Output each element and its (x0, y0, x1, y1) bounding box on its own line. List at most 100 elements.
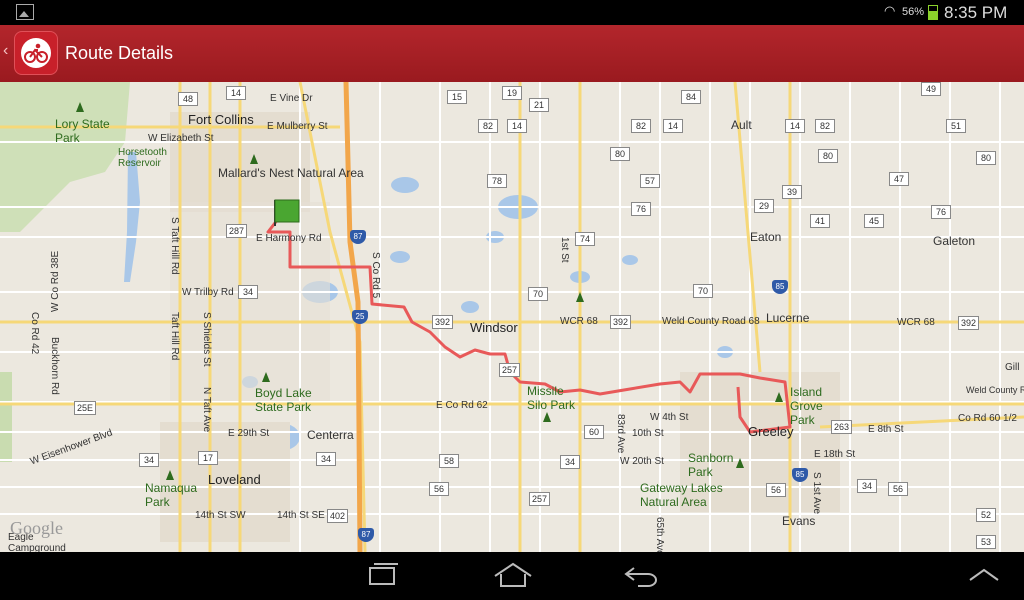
label-evans: Evans (782, 514, 816, 528)
battery-percent: 56% (902, 6, 925, 18)
shield-34: 34 (238, 285, 258, 299)
road-taft-hill: Taft Hill Rd (169, 312, 180, 361)
action-bar: ‹ Route Details (0, 25, 1024, 82)
road-65th: 65th Ave (654, 517, 665, 552)
shield-49: 49 (921, 82, 941, 96)
road-trilby: W Trilby Rd (182, 287, 234, 298)
shield-392: 392 (432, 315, 454, 329)
shield-392b: 392 (610, 315, 632, 329)
home-icon[interactable] (489, 560, 537, 592)
shield-76: 76 (631, 202, 651, 216)
road-gill: Gill (1005, 362, 1020, 373)
page-title: Route Details (65, 43, 174, 63)
label-greeley: Greeley (748, 424, 794, 439)
recent-apps-icon[interactable] (358, 560, 406, 592)
shield-25e: 25E (74, 401, 97, 415)
shield-51: 51 (946, 119, 966, 133)
label-windsor: Windsor (470, 320, 518, 335)
label-fort-collins: Fort Collins (188, 112, 254, 127)
route-start-flag-icon (274, 199, 300, 226)
shield-392c: 392 (958, 316, 980, 330)
label-centerra: Centerra (307, 428, 354, 442)
label-sanborn: Sanborn Park (688, 451, 734, 479)
road-s-1st-ave: S 1st Ave (811, 472, 822, 515)
label-eaton: Eaton (750, 230, 782, 244)
road-e18th: E 18th St (814, 449, 856, 460)
label-boyd-lake: Boyd Lake State Park (255, 386, 312, 414)
shield-84: 84 (681, 90, 701, 104)
shield-48: 48 (178, 92, 198, 106)
road-n-taft: N Taft Ave (201, 387, 212, 433)
shield-82c: 82 (815, 119, 835, 133)
road-e8th: E 8th St (868, 424, 904, 435)
shield-45: 45 (864, 214, 884, 228)
shield-21: 21 (529, 98, 549, 112)
battery-icon (928, 5, 938, 20)
shield-41: 41 (810, 214, 830, 228)
shield-80: 80 (610, 147, 630, 161)
shield-82b: 82 (631, 119, 651, 133)
shield-78: 78 (487, 174, 507, 188)
label-horsetooth: Horsetooth Reservoir (118, 147, 167, 169)
back-icon[interactable] (616, 560, 664, 592)
shield-57: 57 (640, 174, 660, 188)
road-cord60: Co Rd 60 1/2 (958, 413, 1017, 424)
shield-34c: 34 (316, 452, 336, 466)
status-bar: ◠ 56% 8:35 PM (0, 0, 1024, 25)
shield-56: 56 (429, 482, 449, 496)
label-lory-state-park: Lory State Park (55, 117, 110, 145)
shield-80c: 80 (976, 151, 996, 165)
label-ault: Ault (731, 118, 752, 132)
road-weld-county: Weld County Rd (966, 385, 1024, 395)
road-wcr68-east: WCR 68 (897, 317, 935, 328)
label-missile-silo: Missile Silo Park (527, 384, 576, 412)
app-icon-cyclist[interactable] (14, 31, 58, 75)
shield-17: 17 (198, 451, 218, 465)
road-s-co-rd5: S Co Rd 5 (370, 252, 381, 299)
road-vine: E Vine Dr (270, 93, 313, 104)
road-harmony: E Harmony Rd (256, 233, 322, 244)
road-14th-sw: 14th St SW (195, 510, 246, 521)
shield-74: 74 (575, 232, 595, 246)
road-buckhorn: Buckhorn Rd (49, 337, 60, 395)
cyclist-icon (21, 38, 51, 68)
road-s-shields: S Shields St (201, 312, 212, 367)
road-mulberry: E Mulberry St (267, 121, 328, 132)
shield-56b: 56 (766, 483, 786, 497)
label-galeton: Galeton (933, 234, 976, 248)
label-loveland: Loveland (208, 472, 261, 487)
road-weld68: Weld County Road 68 (662, 316, 760, 327)
shield-287: 287 (226, 224, 248, 238)
shield-19: 19 (502, 86, 522, 100)
road-w4th: W 4th St (650, 412, 689, 423)
shield-70b: 70 (693, 284, 713, 298)
shield-56c: 56 (888, 482, 908, 496)
google-attribution: Google (10, 518, 63, 538)
road-wcr68: WCR 68 (560, 316, 598, 327)
shield-257b: 257 (529, 492, 551, 506)
route-map[interactable]: Fort Collins Mallard's Nest Natural Area… (0, 82, 1024, 552)
shield-76b: 76 (931, 205, 951, 219)
road-co-rd42: Co Rd 42 (29, 312, 40, 355)
clock: 8:35 PM (944, 3, 1008, 22)
shield-14: 14 (226, 86, 246, 100)
system-nav-bar (0, 552, 1024, 600)
shield-34b: 34 (139, 453, 159, 467)
road-elizabeth: W Elizabeth St (148, 133, 214, 144)
road-ecord62: E Co Rd 62 (436, 400, 488, 411)
shield-257: 257 (499, 363, 521, 377)
road-14th-se: 14th St SE (277, 510, 325, 521)
shield-14d: 14 (785, 119, 805, 133)
label-lucerne: Lucerne (766, 311, 810, 325)
shield-52: 52 (976, 508, 996, 522)
road-e29th: E 29th St (228, 428, 270, 439)
wifi-icon: ◠ (884, 3, 896, 18)
expand-up-icon[interactable] (960, 560, 1008, 592)
gallery-notification-icon (16, 4, 34, 20)
shield-15: 15 (447, 90, 467, 104)
road-w20th: W 20th St (620, 456, 664, 467)
road-w-co-rd38e: W Co Rd 38E (50, 250, 61, 312)
shield-47: 47 (889, 172, 909, 186)
shield-53: 53 (976, 535, 996, 549)
back-chevron-icon[interactable]: ‹ (3, 42, 8, 60)
